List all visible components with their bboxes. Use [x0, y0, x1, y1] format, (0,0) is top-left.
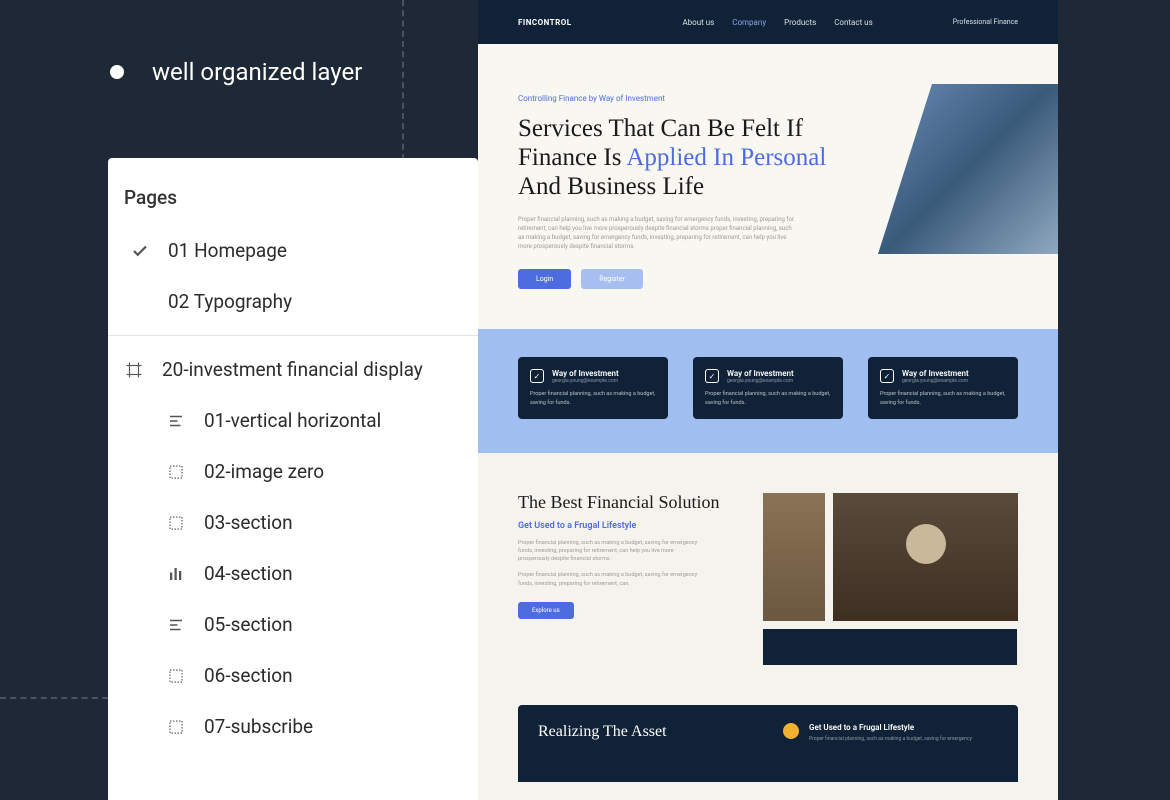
- card-sub: georgia.young@example.com: [902, 378, 969, 384]
- layer-item-label: 04-section: [204, 562, 293, 585]
- layer-item[interactable]: 07-subscribe: [108, 701, 478, 752]
- layers-panel-title: Pages: [108, 186, 478, 225]
- card-title: Way of Investment: [902, 369, 969, 378]
- layer-item[interactable]: 04-section: [108, 548, 478, 599]
- check-icon: ✓: [530, 369, 544, 383]
- page-item-label: 02 Typography: [168, 290, 292, 313]
- page-item-typography[interactable]: 02 Typography: [108, 276, 478, 327]
- layers-panel: Pages 01 Homepage 02 Typography 20-inves…: [108, 158, 478, 800]
- cta-right-title: Get Used to a Frugal Lifestyle: [809, 723, 972, 732]
- hero-buttons: Login Register: [518, 269, 1018, 289]
- dashed-guide-vertical: [402, 0, 404, 160]
- cta-title: Realizing The Asset: [538, 723, 753, 742]
- avatar-icon: [783, 723, 799, 739]
- check-icon: [130, 241, 150, 261]
- solution-image: [763, 493, 825, 621]
- rect-dashed-icon: [166, 462, 186, 482]
- page-item-homepage[interactable]: 01 Homepage: [108, 225, 478, 276]
- layer-item[interactable]: 03-section: [108, 497, 478, 548]
- card-sub: georgia.young@example.com: [727, 378, 794, 384]
- feature-card: ✓ Way of Investment georgia.young@exampl…: [518, 357, 668, 419]
- bullet-dot-icon: [110, 65, 124, 79]
- preview-hero: Controlling Finance by Way of Investment…: [478, 44, 1058, 329]
- solution-desc: Proper financial planning, such as makin…: [518, 571, 698, 588]
- design-preview: FINCONTROL About us Company Products Con…: [478, 0, 1058, 800]
- blank-icon: [130, 292, 150, 312]
- section-heading-text: well organized layer: [152, 58, 362, 86]
- page-item-label: 01 Homepage: [168, 239, 287, 262]
- bars-icon: [166, 564, 186, 584]
- check-icon: ✓: [705, 369, 719, 383]
- explore-button: Explore us: [518, 602, 574, 619]
- preview-header-tag: Professional Finance: [953, 18, 1018, 26]
- preview-nav: About us Company Products Contact us: [682, 18, 872, 27]
- card-body: Proper financial planning, such as makin…: [530, 390, 656, 407]
- check-icon: ✓: [880, 369, 894, 383]
- section-heading: well organized layer: [110, 58, 362, 86]
- hero-title: Services That Can Be Felt If Finance Is …: [518, 115, 838, 201]
- nav-item: Contact us: [834, 18, 872, 27]
- layer-item-label: 05-section: [204, 613, 293, 636]
- solution-desc: Proper financial planning, such as makin…: [518, 539, 698, 564]
- frame-item[interactable]: 20-investment financial display: [108, 344, 478, 395]
- card-body: Proper financial planning, such as makin…: [880, 390, 1006, 407]
- hero-image: [878, 84, 1058, 254]
- solution-image: [833, 493, 1018, 621]
- preview-header: FINCONTROL About us Company Products Con…: [478, 0, 1058, 44]
- cta-right-desc: Proper financial planning, such as makin…: [809, 736, 972, 742]
- rect-dashed-icon: [166, 513, 186, 533]
- hero-title-accent: Applied In Personal: [626, 144, 826, 171]
- layer-item[interactable]: 05-section: [108, 599, 478, 650]
- layer-item-label: 06-section: [204, 664, 293, 687]
- layer-item[interactable]: 02-image zero: [108, 446, 478, 497]
- feature-card: ✓ Way of Investment georgia.young@exampl…: [693, 357, 843, 419]
- layer-item-label: 03-section: [204, 511, 293, 534]
- solution-title: The Best Financial Solution: [518, 493, 743, 513]
- cta-section: Realizing The Asset Get Used to a Frugal…: [518, 705, 1018, 782]
- dashed-guide-horizontal: [0, 697, 108, 699]
- layer-item[interactable]: 01-vertical horizontal: [108, 395, 478, 446]
- frame-icon: [124, 360, 144, 380]
- nav-item: Products: [784, 18, 816, 27]
- solution-image-bar: [763, 629, 1017, 665]
- lines-icon: [166, 615, 186, 635]
- nav-item: Company: [732, 18, 766, 27]
- hero-description: Proper financial planning, such as makin…: [518, 215, 798, 251]
- login-button: Login: [518, 269, 571, 289]
- solution-subtitle: Get Used to a Frugal Lifestyle: [518, 521, 638, 531]
- register-button: Register: [581, 269, 643, 289]
- card-title: Way of Investment: [727, 369, 794, 378]
- layer-item-label: 01-vertical horizontal: [204, 409, 381, 432]
- layer-item-label: 07-subscribe: [204, 715, 313, 738]
- feature-card: ✓ Way of Investment georgia.young@exampl…: [868, 357, 1018, 419]
- card-sub: georgia.young@example.com: [552, 378, 619, 384]
- preview-logo: FINCONTROL: [518, 18, 572, 27]
- card-title: Way of Investment: [552, 369, 619, 378]
- layer-item-label: 02-image zero: [204, 460, 324, 483]
- nav-item: About us: [682, 18, 714, 27]
- hero-title-part: And Business Life: [518, 173, 704, 200]
- rect-dashed-icon: [166, 717, 186, 737]
- frame-item-label: 20-investment financial display: [162, 358, 423, 381]
- card-body: Proper financial planning, such as makin…: [705, 390, 831, 407]
- layer-item[interactable]: 06-section: [108, 650, 478, 701]
- solution-section: The Best Financial Solution Get Used to …: [478, 453, 1058, 685]
- divider: [108, 335, 478, 336]
- feature-band: ✓ Way of Investment georgia.young@exampl…: [478, 329, 1058, 453]
- lines-icon: [166, 411, 186, 431]
- rect-dashed-icon: [166, 666, 186, 686]
